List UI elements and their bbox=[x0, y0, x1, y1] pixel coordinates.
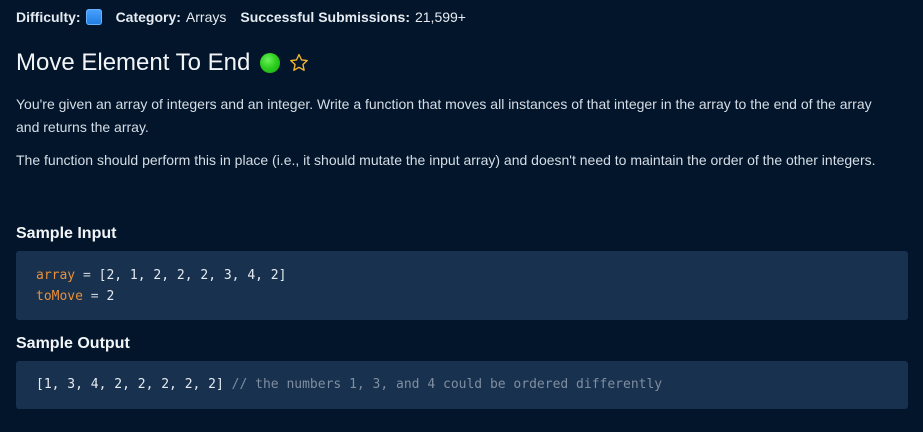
star-outline-icon[interactable] bbox=[288, 52, 310, 74]
prompt-paragraph: The function should perform this in plac… bbox=[16, 152, 876, 168]
category-value: Arrays bbox=[185, 9, 227, 25]
completed-dot-icon bbox=[260, 53, 281, 73]
sample-output-heading: Sample Output bbox=[16, 335, 130, 352]
difficulty-square-icon bbox=[85, 9, 102, 25]
page-title: Move Element To End bbox=[16, 49, 251, 76]
category-label: Category: bbox=[115, 9, 181, 25]
code-line: array = [2, 1, 2, 2, 2, 3, 4, 2] bbox=[36, 265, 888, 286]
title-row: Move Element To End bbox=[16, 47, 310, 79]
code-value: [2, 1, 2, 2, 2, 3, 4, 2] bbox=[98, 268, 287, 283]
submissions-meta: Successful Submissions: 21,599+ bbox=[240, 9, 466, 25]
submissions-value: 21,599+ bbox=[414, 9, 466, 25]
code-variable: array bbox=[36, 268, 76, 283]
code-value: [1, 3, 4, 2, 2, 2, 2, 2] bbox=[36, 377, 224, 392]
difficulty-meta: Difficulty: bbox=[16, 9, 102, 25]
code-operator: = bbox=[75, 268, 99, 283]
category-meta: Category: Arrays bbox=[116, 9, 227, 25]
difficulty-label: Difficulty: bbox=[16, 9, 81, 25]
code-variable: toMove bbox=[36, 289, 83, 304]
code-value: 2 bbox=[106, 289, 115, 304]
code-line: toMove = 2 bbox=[36, 286, 888, 307]
sample-output-code: [1, 3, 4, 2, 2, 2, 2, 2] // the numbers … bbox=[16, 361, 908, 409]
question-meta-bar: Difficulty: Category: Arrays Successful … bbox=[16, 7, 480, 27]
code-operator: = bbox=[82, 289, 107, 304]
submissions-label: Successful Submissions: bbox=[240, 9, 410, 25]
sample-input-heading: Sample Input bbox=[16, 225, 117, 242]
sample-input-code: array = [2, 1, 2, 2, 2, 3, 4, 2] toMove =… bbox=[16, 251, 908, 320]
code-comment: // the numbers 1, 3, and 4 could be orde… bbox=[223, 377, 663, 392]
prompt-paragraph: You're given an array of integers and an… bbox=[16, 96, 872, 135]
